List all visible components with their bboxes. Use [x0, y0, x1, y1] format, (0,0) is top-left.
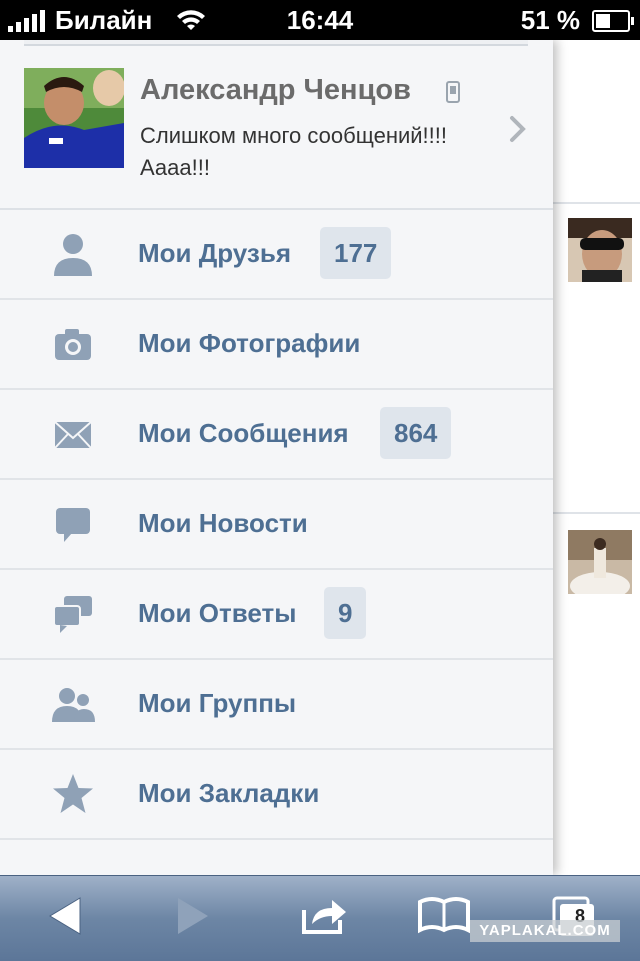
answers-count-badge: 9 — [324, 587, 367, 639]
menu-label[interactable]: Мои Группы — [138, 688, 296, 719]
menu-item-friends[interactable]: Мои Друзья 177 — [0, 210, 553, 300]
menu-icon-partial — [50, 862, 96, 875]
battery-status: 51 % — [520, 5, 634, 36]
menu-label[interactable]: Мои Друзья — [138, 238, 291, 269]
camera-icon — [55, 329, 91, 360]
person-icon — [54, 234, 92, 276]
double-speech-bubble-icon — [53, 596, 92, 633]
menu-item-news[interactable]: Мои Новости — [0, 480, 553, 570]
side-menu: Александр Ченцов Слишком много сообщений… — [0, 40, 553, 875]
messages-count-badge: 864 — [380, 407, 452, 459]
menu-label[interactable]: Мои Ответы — [138, 598, 296, 629]
star-icon — [53, 774, 93, 813]
browser-toolbar: 8 — [0, 875, 640, 961]
status-bar: Билайн 16:44 51 % — [0, 0, 640, 40]
forward-arrow-icon[interactable] — [176, 896, 210, 936]
profile-header[interactable]: Александр Ченцов Слишком много сообщений… — [0, 44, 553, 210]
bookmarks-book-icon[interactable] — [418, 896, 470, 936]
battery-icon — [592, 9, 634, 32]
news-feed-behind — [553, 40, 640, 875]
menu-label[interactable]: Мои Закладки — [138, 778, 319, 809]
speech-bubble-icon — [56, 508, 90, 542]
watermark: YAPLAKAL.COM — [470, 920, 620, 942]
back-arrow-icon[interactable] — [48, 896, 82, 936]
profile-name[interactable]: Александр Ченцов — [140, 74, 411, 107]
friends-count-badge: 177 — [320, 227, 392, 279]
menu-item-messages[interactable]: Мои Сообщения 864 — [0, 390, 553, 480]
menu-label[interactable]: Мои Сообщения — [138, 418, 349, 449]
menu-item-answers[interactable]: Мои Ответы 9 — [0, 570, 553, 660]
feed-photo-bride[interactable] — [568, 530, 632, 594]
mobile-phone-icon — [446, 81, 460, 103]
menu-item-bookmarks[interactable]: Мои Закладки — [0, 750, 553, 840]
menu-item-groups[interactable]: Мои Группы — [0, 660, 553, 750]
menu-label[interactable]: Мои Фотографии — [138, 328, 360, 359]
profile-avatar[interactable] — [24, 68, 124, 168]
menu-item-photos[interactable]: Мои Фотографии — [0, 300, 553, 390]
battery-percent: 51 % — [520, 5, 580, 35]
profile-status: Слишком много сообщений!!!!Аааа!!! — [140, 123, 447, 180]
envelope-icon — [54, 421, 92, 449]
feed-avatar-man[interactable] — [568, 218, 632, 282]
share-icon[interactable] — [300, 896, 350, 936]
group-icon — [52, 688, 95, 722]
menu-item-partial[interactable] — [0, 840, 553, 875]
menu-label[interactable]: Мои Новости — [138, 508, 308, 539]
chevron-right-icon[interactable] — [508, 114, 528, 144]
